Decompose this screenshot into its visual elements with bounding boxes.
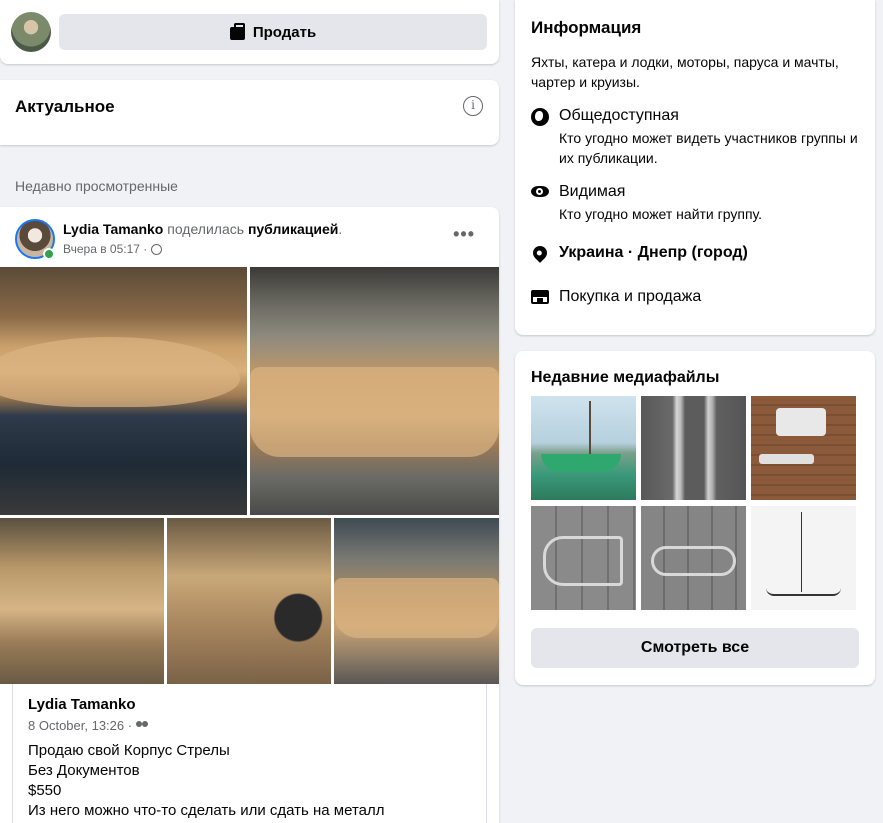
info-title: Информация — [531, 18, 642, 37]
shared-post-author[interactable]: Lydia Tamanko — [28, 696, 136, 713]
media-thumbnail-drawing[interactable] — [751, 506, 856, 610]
post-card: Lydia Tamanko поделилась публикацией. Вч… — [0, 207, 499, 823]
drawing-mast-line — [801, 512, 802, 592]
post-shared-link[interactable]: публикацией — [248, 221, 338, 237]
post-author-link[interactable]: Lydia Tamanko — [63, 221, 163, 237]
privacy-title: Общедоступная — [559, 107, 679, 124]
media-thumbnail-sailboat[interactable] — [531, 396, 636, 500]
shop-icon — [531, 290, 549, 304]
location-pin-icon — [530, 243, 550, 263]
boat-hull-photo-1[interactable] — [0, 267, 247, 515]
recent-media-title: Недавние медиафайлы — [531, 369, 720, 386]
recently-viewed-label: Недавно просмотренные — [15, 178, 178, 194]
post-text-line: Из него можно что-то сделать или сдать н… — [28, 802, 385, 819]
boat-interior-photo-3[interactable] — [0, 518, 164, 684]
user-avatar[interactable] — [11, 12, 51, 52]
media-thumbnail-fittings[interactable] — [531, 506, 636, 610]
bracket-shape — [759, 454, 814, 464]
drawing-hull-line — [766, 588, 841, 596]
fitting-shape — [543, 536, 623, 586]
shared-post-meta: 8 October, 13:26 · — [28, 718, 149, 733]
group-category: Покупка и продажа — [559, 288, 702, 305]
visibility-title: Видимая — [559, 183, 626, 200]
hull-shape — [0, 337, 240, 407]
post-action-text: поделилась — [163, 221, 248, 237]
group-description: Яхты, катера и лодки, моторы, паруса и м… — [531, 54, 839, 90]
shared-post-timestamp[interactable]: 8 October, 13:26 · — [28, 718, 132, 733]
visibility-description: Кто угодно может найти группу. — [559, 206, 763, 222]
privacy-description: Кто угодно может видеть участников групп… — [559, 130, 858, 166]
eye-icon — [531, 186, 549, 197]
shopping-bag-icon — [229, 23, 245, 40]
more-options-icon[interactable]: ••• — [453, 224, 475, 245]
media-thumbnail-brackets[interactable] — [751, 396, 856, 500]
shared-post-box[interactable]: Lydia Tamanko 8 October, 13:26 · Продаю … — [12, 684, 487, 823]
post-text-line: $550 — [28, 782, 62, 799]
hull-shape — [334, 578, 499, 638]
group-info-card: Информация Яхты, катера и лодки, моторы,… — [515, 0, 875, 335]
post-timestamp[interactable]: Вчера в 05:17 · — [63, 242, 147, 256]
boat-shape — [541, 454, 621, 472]
shared-post-text: Продаю свой Корпус Стрелы Без Документов… — [28, 741, 385, 821]
sell-button-label: Продать — [252, 23, 317, 41]
mast-shape — [589, 401, 591, 456]
composer-card: Продать — [0, 0, 499, 64]
boat-hull-photo-2[interactable] — [250, 267, 499, 515]
highlights-card: Актуальное i — [0, 80, 499, 145]
hull-shape — [250, 367, 499, 457]
post-header: Lydia Tamanko поделилась публикацией. — [63, 221, 342, 237]
post-meta: Вчера в 05:17 · — [63, 242, 163, 256]
media-thumbnail-rails[interactable] — [641, 396, 746, 500]
info-icon[interactable]: i — [463, 96, 483, 116]
globe-icon — [531, 108, 549, 126]
group-icon — [136, 721, 149, 730]
post-action-suffix: . — [338, 221, 343, 237]
handle-shape — [651, 546, 736, 576]
recent-media-card: Недавние медиафайлы Смотреть все — [515, 351, 875, 685]
boat-interior-photo-4[interactable] — [167, 518, 331, 684]
online-status-dot — [43, 248, 55, 260]
highlights-title: Актуальное — [15, 97, 115, 116]
sell-button[interactable]: Продать — [59, 14, 487, 50]
bracket-shape — [776, 408, 826, 436]
globe-icon — [151, 243, 163, 255]
see-all-button[interactable]: Смотреть все — [531, 628, 859, 668]
boat-hull-photo-5[interactable] — [334, 518, 499, 684]
post-text-line: Без Документов — [28, 762, 140, 779]
media-thumbnail-handles[interactable] — [641, 506, 746, 610]
group-location[interactable]: Украина · Днепр (город) — [559, 244, 748, 262]
post-text-line: Продаю свой Корпус Стрелы — [28, 742, 230, 759]
